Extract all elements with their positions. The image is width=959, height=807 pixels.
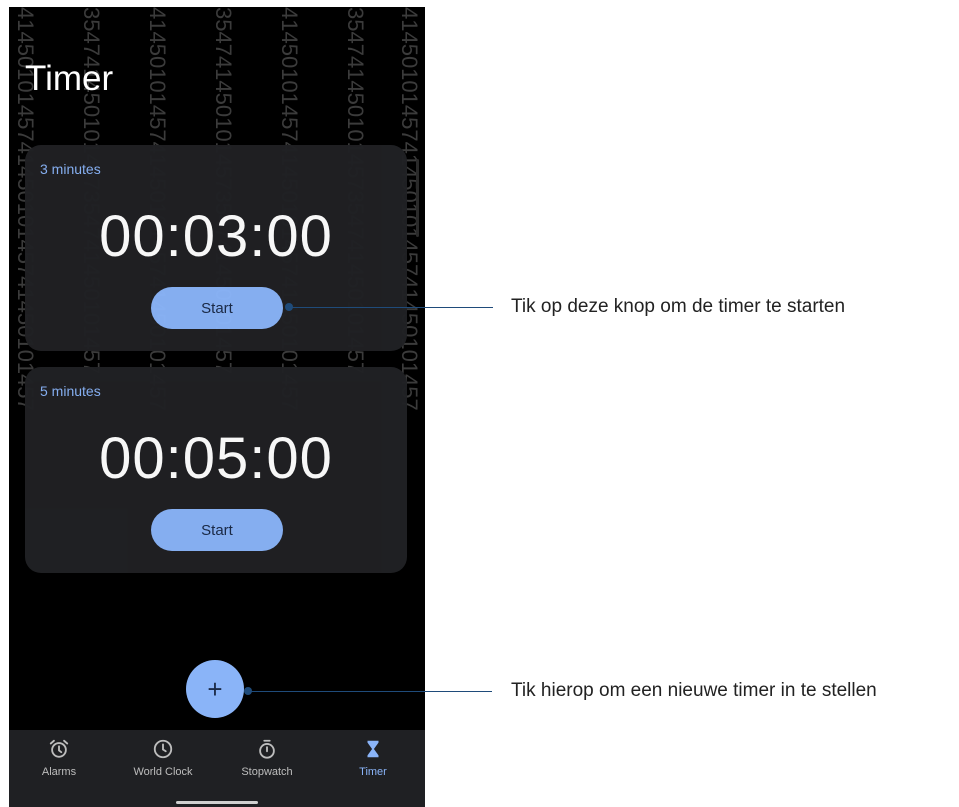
nav-label: Timer [359, 766, 387, 778]
alarm-icon [49, 739, 69, 758]
callout-line [289, 307, 493, 308]
bottom-navigation: Alarms World Clock Stopwatch Timer [9, 730, 425, 807]
nav-label: Alarms [41, 766, 77, 778]
callout-add-text: Tik hierop om een nieuwe timer in te ste… [511, 680, 877, 701]
stopwatch-icon [259, 739, 275, 759]
callout-line [248, 691, 492, 692]
nav-item-stopwatch[interactable]: Stopwatch [227, 738, 307, 778]
start-button[interactable]: Start [151, 287, 283, 329]
clock-icon [153, 739, 173, 759]
nav-item-timer[interactable]: Timer [333, 738, 413, 778]
nav-item-alarms[interactable]: Alarms [19, 738, 99, 778]
phone-screen: 414501014574145010145741450101457 354741… [9, 7, 425, 807]
scrollbar[interactable] [416, 159, 419, 237]
home-indicator[interactable] [176, 801, 258, 804]
add-timer-button[interactable]: + [186, 660, 244, 718]
callout-start-text: Tik op deze knop om de timer te starten [511, 296, 846, 317]
timer-card[interactable]: 3 minutes 00:03:00 Start [25, 145, 407, 351]
hourglass-icon [367, 740, 379, 758]
timer-time[interactable]: 00:03:00 [25, 203, 407, 270]
timer-time[interactable]: 00:05:00 [25, 425, 407, 492]
timer-card[interactable]: 5 minutes 00:05:00 Start [25, 367, 407, 573]
timer-label[interactable]: 3 minutes [40, 161, 101, 177]
plus-icon: + [207, 673, 223, 704]
nav-label: Stopwatch [241, 766, 293, 778]
page-title: Timer [25, 59, 114, 98]
nav-item-world-clock[interactable]: World Clock [123, 738, 203, 778]
nav-label: World Clock [133, 766, 193, 778]
timer-label[interactable]: 5 minutes [40, 383, 101, 399]
start-button[interactable]: Start [151, 509, 283, 551]
